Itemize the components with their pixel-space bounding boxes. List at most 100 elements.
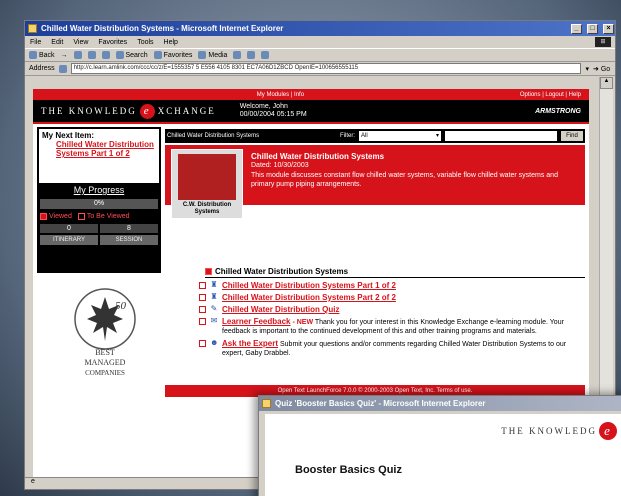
title-bar[interactable]: Chilled Water Distribution Systems - Mic… bbox=[25, 21, 615, 36]
count-viewed: 0 bbox=[40, 224, 98, 233]
find-input[interactable] bbox=[445, 131, 557, 141]
media-icon bbox=[198, 51, 207, 59]
search-button[interactable]: Search bbox=[115, 51, 148, 59]
quiz-icon: ✎ bbox=[210, 304, 218, 313]
list-item: ✎ Chilled Water Distribution Quiz bbox=[199, 305, 585, 314]
media-label: Media bbox=[208, 51, 228, 59]
list-item: ☻ Ask the Expert Submit your questions a… bbox=[199, 339, 585, 358]
module-thumbnail-image bbox=[178, 154, 236, 200]
armstrong-logo: ARMSTRONG bbox=[535, 107, 581, 115]
viewed-swatch bbox=[40, 213, 47, 220]
menu-bar: File Edit View Favorites Tools Help ⊞ bbox=[25, 36, 615, 48]
quiz-window-title: Quiz 'Booster Basics Quiz' - Microsoft I… bbox=[275, 399, 486, 408]
seal-line1: BEST bbox=[95, 348, 115, 357]
windows-logo-icon: ⊞ bbox=[595, 37, 611, 47]
home-icon[interactable] bbox=[101, 51, 110, 59]
brand-right: XCHANGE bbox=[157, 106, 216, 116]
back-button[interactable]: Back bbox=[29, 51, 55, 59]
favorites-button[interactable]: Favorites bbox=[153, 51, 192, 59]
item-link-part1[interactable]: Chilled Water Distribution Systems Part … bbox=[222, 281, 396, 290]
feedback-icon: ✉ bbox=[210, 316, 218, 325]
item-checkbox[interactable] bbox=[199, 318, 206, 325]
item-checkbox[interactable] bbox=[199, 282, 206, 289]
address-dropdown-icon[interactable]: ▾ bbox=[585, 65, 589, 73]
scroll-up-icon[interactable]: ▲ bbox=[600, 77, 613, 89]
menu-view[interactable]: View bbox=[73, 39, 88, 46]
menu-edit[interactable]: Edit bbox=[51, 39, 63, 46]
search-icon bbox=[115, 51, 124, 59]
media-button[interactable]: Media bbox=[198, 51, 227, 59]
forward-button[interactable]: → bbox=[61, 52, 68, 59]
item-checkbox[interactable] bbox=[199, 340, 206, 347]
next-item-label: My Next Item: bbox=[42, 131, 95, 140]
top-links-options[interactable]: Options | Logout | Help bbox=[520, 92, 581, 98]
lesson-icon: ♜ bbox=[210, 280, 218, 289]
top-links-modules-info[interactable]: My Modules | Info bbox=[41, 92, 520, 98]
quiz-brand-logo: THE KNOWLEDG e bbox=[501, 422, 617, 440]
itinerary-button[interactable]: ITINERARY bbox=[40, 235, 98, 245]
mail-icon[interactable] bbox=[247, 51, 256, 59]
item-link-part2[interactable]: Chilled Water Distribution Systems Part … bbox=[222, 293, 396, 302]
brand-e-icon: e bbox=[139, 103, 155, 119]
welcome-name: Welcome, John bbox=[239, 103, 288, 110]
address-input[interactable]: http://c.learn.amlink.com/ccc/cc/z/E=155… bbox=[70, 63, 582, 74]
brand-left: THE KNOWLEDG bbox=[41, 106, 137, 116]
quiz-brand-text: THE KNOWLEDG bbox=[501, 426, 597, 436]
refresh-icon[interactable] bbox=[87, 51, 96, 59]
menu-file[interactable]: File bbox=[30, 39, 41, 46]
module-title: Chilled Water Distribution Systems bbox=[251, 152, 385, 161]
maximize-button[interactable]: □ bbox=[587, 23, 598, 34]
list-item: ✉ Learner Feedback - NEW Thank you for y… bbox=[199, 317, 585, 336]
module-date: Dated: 10/30/2003 bbox=[251, 162, 309, 169]
address-bar: Address http://c.learn.amlink.com/ccc/cc… bbox=[25, 62, 615, 76]
item-checkbox[interactable] bbox=[199, 294, 206, 301]
quiz-window[interactable]: Quiz 'Booster Basics Quiz' - Microsoft I… bbox=[258, 395, 621, 496]
quiz-heading: Booster Basics Quiz bbox=[295, 464, 402, 476]
session-button[interactable]: SESSION bbox=[100, 235, 158, 245]
history-icon[interactable] bbox=[233, 51, 242, 59]
module-panel: C.W. Distribution Systems Chilled Water … bbox=[165, 145, 585, 219]
quiz-page-icon bbox=[262, 399, 271, 408]
item-link-quiz[interactable]: Chilled Water Distribution Quiz bbox=[222, 305, 339, 314]
item-checkbox[interactable] bbox=[199, 306, 206, 313]
quiz-title-bar[interactable]: Quiz 'Booster Basics Quiz' - Microsoft I… bbox=[259, 396, 621, 411]
progress-counts: 0 8 bbox=[40, 224, 158, 233]
address-label: Address bbox=[29, 65, 55, 72]
progress-bar: 0% bbox=[40, 199, 158, 209]
stop-icon[interactable] bbox=[73, 51, 82, 59]
welcome-text: Welcome, John 00/00/2004 05:15 PM bbox=[240, 103, 307, 119]
menu-help[interactable]: Help bbox=[164, 39, 178, 46]
ie-page-icon bbox=[28, 24, 37, 33]
close-button[interactable]: × bbox=[603, 23, 614, 34]
section-checkbox-icon bbox=[205, 268, 212, 275]
menu-favorites[interactable]: Favorites bbox=[98, 39, 127, 46]
quiz-body: THE KNOWLEDG e Booster Basics Quiz bbox=[265, 414, 621, 496]
item-link-feedback[interactable]: Learner Feedback bbox=[222, 317, 290, 326]
status-ie-icon: e bbox=[31, 478, 35, 485]
item-link-expert[interactable]: Ask the Expert bbox=[222, 339, 278, 348]
menu-tools[interactable]: Tools bbox=[137, 39, 153, 46]
top-link-bar: My Modules | Info Options | Logout | Hel… bbox=[33, 89, 589, 100]
module-thumbnail[interactable]: C.W. Distribution Systems bbox=[171, 149, 243, 219]
list-item: ♜ Chilled Water Distribution Systems Par… bbox=[199, 293, 585, 302]
filter-context: Chilled Water Distribution Systems bbox=[167, 133, 260, 139]
find-button[interactable]: Find bbox=[561, 131, 583, 141]
welcome-date: 00/00/2004 05:15 PM bbox=[239, 111, 307, 118]
progress-title[interactable]: My Progress bbox=[37, 185, 161, 195]
left-buttons: ITINERARY SESSION bbox=[40, 235, 158, 245]
print-icon[interactable] bbox=[261, 51, 270, 59]
filter-select[interactable]: All bbox=[359, 131, 441, 141]
module-items: ♜ Chilled Water Distribution Systems Par… bbox=[199, 281, 585, 361]
go-label: Go bbox=[600, 65, 611, 73]
legend-to-be-viewed: To Be Viewed bbox=[86, 213, 130, 220]
list-item: ♜ Chilled Water Distribution Systems Par… bbox=[199, 281, 585, 290]
minimize-button[interactable]: _ bbox=[571, 23, 582, 34]
module-description: This module discusses constant flow chil… bbox=[251, 172, 558, 188]
next-item-link[interactable]: Chilled Water Distribution Systems Part … bbox=[56, 140, 156, 158]
go-button[interactable]: ➜ Go bbox=[593, 65, 615, 73]
search-label: Search bbox=[125, 51, 148, 59]
favorites-icon bbox=[153, 51, 162, 59]
section-title: Chilled Water Distribution Systems bbox=[205, 267, 585, 278]
legend-viewed: Viewed bbox=[49, 213, 72, 220]
section-title-text: Chilled Water Distribution Systems bbox=[215, 267, 349, 276]
